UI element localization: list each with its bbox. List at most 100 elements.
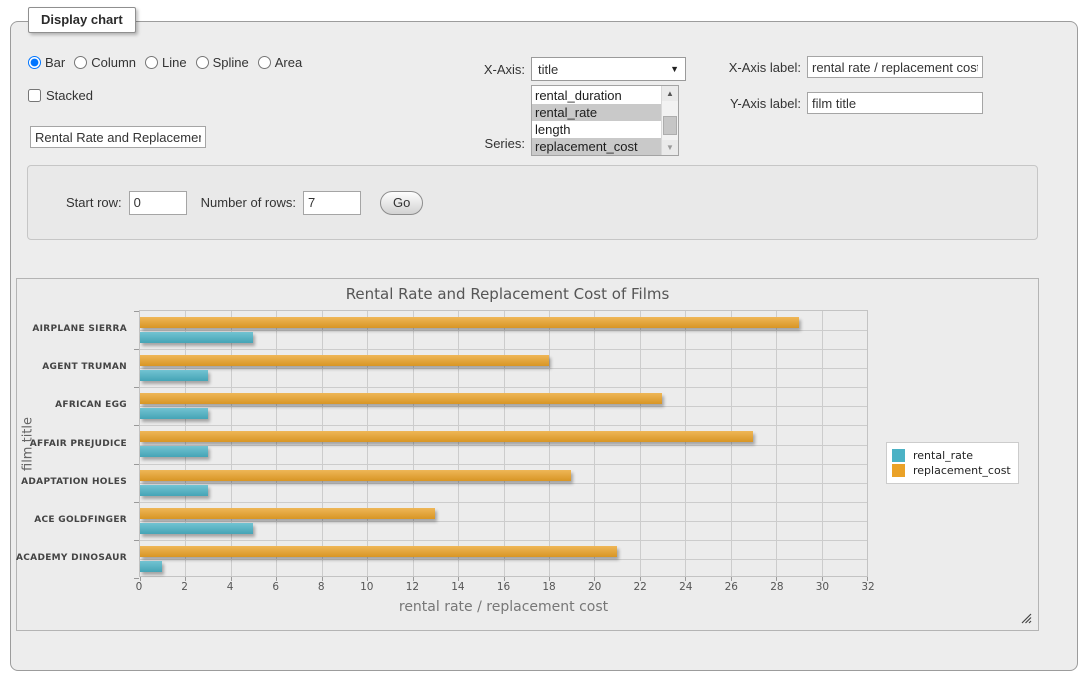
grid-line (140, 559, 867, 560)
bar-rental_rate (140, 370, 208, 381)
y-tick-label: AFRICAN EGG (55, 400, 127, 410)
x-axis-label-input[interactable] (807, 56, 983, 78)
legend-swatch (892, 464, 905, 477)
bar-rental_rate (140, 561, 162, 572)
bar-rental_rate (140, 485, 208, 496)
x-axis-selected-value: title (538, 62, 670, 77)
grid-line (276, 311, 277, 576)
resize-handle-icon[interactable] (1021, 613, 1032, 624)
y-tick-label: AGENT TRUMAN (42, 362, 127, 372)
grid-line (140, 483, 867, 484)
legend-swatch (892, 449, 905, 462)
legend-item: rental_rate (892, 449, 1011, 462)
tick-mark (134, 578, 139, 579)
series-options: rental_duration rental_rate length repla… (532, 87, 661, 155)
chart-type-line[interactable]: Line (145, 55, 187, 70)
chart-type-area-radio[interactable] (258, 56, 271, 69)
bar-replacement_cost (140, 355, 549, 366)
bar-replacement_cost (140, 393, 662, 404)
grid-line (140, 330, 867, 331)
start-row-label: Start row: (66, 195, 122, 210)
chart-type-line-radio[interactable] (145, 56, 158, 69)
x-tick-label: 26 (725, 581, 738, 593)
x-axis-label-field-label: X-Axis label: (700, 60, 801, 75)
chart-type-bar-label: Bar (45, 55, 65, 70)
scrollbar-up-icon[interactable]: ▲ (662, 86, 678, 101)
y-axis-label-field-label: Y-Axis label: (700, 96, 801, 111)
grid-line (185, 311, 186, 576)
scrollbar-down-icon[interactable]: ▼ (662, 140, 678, 155)
start-row-input[interactable] (129, 191, 187, 215)
go-button[interactable]: Go (380, 191, 423, 215)
grid-line (640, 311, 641, 576)
y-tick-label: ACADEMY DINOSAUR (16, 553, 127, 563)
tick-mark (134, 387, 139, 388)
stacked-label: Stacked (46, 88, 93, 103)
grid-line (594, 311, 595, 576)
grid-line (458, 311, 459, 576)
grid-line (413, 311, 414, 576)
y-tick-label: ADAPTATION HOLES (21, 477, 127, 487)
grid-line (140, 349, 867, 350)
legend-item: replacement_cost (892, 464, 1011, 477)
chart-type-radio-group: Bar Column Line Spline Area (28, 55, 302, 70)
chart-title-input[interactable] (30, 126, 206, 148)
plot-area (139, 310, 868, 577)
x-tick-label: 22 (634, 581, 647, 593)
y-tick-label: AIRPLANE SIERRA (32, 324, 127, 334)
stacked-checkbox[interactable] (28, 89, 41, 102)
x-axis-ticks: 02468101214161820222426283032 (139, 581, 868, 595)
stacked-option[interactable]: Stacked (28, 88, 93, 103)
chart-type-column-label: Column (91, 55, 136, 70)
row-controls-panel: Start row: Number of rows: Go (27, 165, 1038, 240)
grid-line (322, 311, 323, 576)
x-axis-title: rental rate / replacement cost (139, 599, 868, 615)
tick-mark (134, 349, 139, 350)
chart-type-spline-radio[interactable] (196, 56, 209, 69)
y-axis-label-input[interactable] (807, 92, 983, 114)
bar-replacement_cost (140, 470, 571, 481)
bar-rental_rate (140, 332, 253, 343)
chart: Rental Rate and Replacement Cost of Film… (27, 285, 988, 625)
grid-line (140, 368, 867, 369)
grid-line (549, 311, 550, 576)
chart-type-spline-label: Spline (213, 55, 249, 70)
chart-type-column[interactable]: Column (74, 55, 136, 70)
chart-type-spline[interactable]: Spline (196, 55, 249, 70)
x-axis-field-label: X-Axis: (430, 62, 525, 77)
x-tick-label: 12 (406, 581, 419, 593)
x-tick-label: 32 (861, 581, 874, 593)
grid-line (140, 464, 867, 465)
series-option-rental-rate[interactable]: rental_rate (532, 104, 661, 121)
chart-type-bar-radio[interactable] (28, 56, 41, 69)
grid-line (140, 521, 867, 522)
y-tick-label: ACE GOLDFINGER (34, 515, 127, 525)
x-tick-label: 28 (770, 581, 783, 593)
series-option-replacement-cost[interactable]: replacement_cost (532, 138, 661, 155)
x-axis-select[interactable]: title ▼ (531, 57, 686, 81)
grid-line (776, 311, 777, 576)
grid-line (140, 540, 867, 541)
series-scrollbar[interactable]: ▲ ▼ (661, 86, 678, 155)
chart-title: Rental Rate and Replacement Cost of Film… (27, 285, 988, 303)
y-axis-labels: AIRPLANE SIERRAAGENT TRUMANAFRICAN EGGAF… (27, 310, 133, 577)
chart-type-area[interactable]: Area (258, 55, 302, 70)
bar-rental_rate (140, 523, 253, 534)
series-option-length[interactable]: length (532, 121, 661, 138)
tick-mark (134, 425, 139, 426)
chart-type-column-radio[interactable] (74, 56, 87, 69)
x-tick-label: 10 (360, 581, 373, 593)
grid-line (822, 311, 823, 576)
bar-replacement_cost (140, 508, 435, 519)
x-tick-label: 20 (588, 581, 601, 593)
series-field-label: Series: (430, 136, 525, 151)
series-listbox[interactable]: rental_duration rental_rate length repla… (531, 85, 679, 156)
grid-line (367, 311, 368, 576)
chart-type-bar[interactable]: Bar (28, 55, 65, 70)
bar-replacement_cost (140, 431, 753, 442)
x-tick-label: 18 (542, 581, 555, 593)
series-option-rental-duration[interactable]: rental_duration (532, 87, 661, 104)
grid-line (140, 387, 867, 388)
scrollbar-thumb[interactable] (663, 116, 677, 135)
num-rows-input[interactable] (303, 191, 361, 215)
